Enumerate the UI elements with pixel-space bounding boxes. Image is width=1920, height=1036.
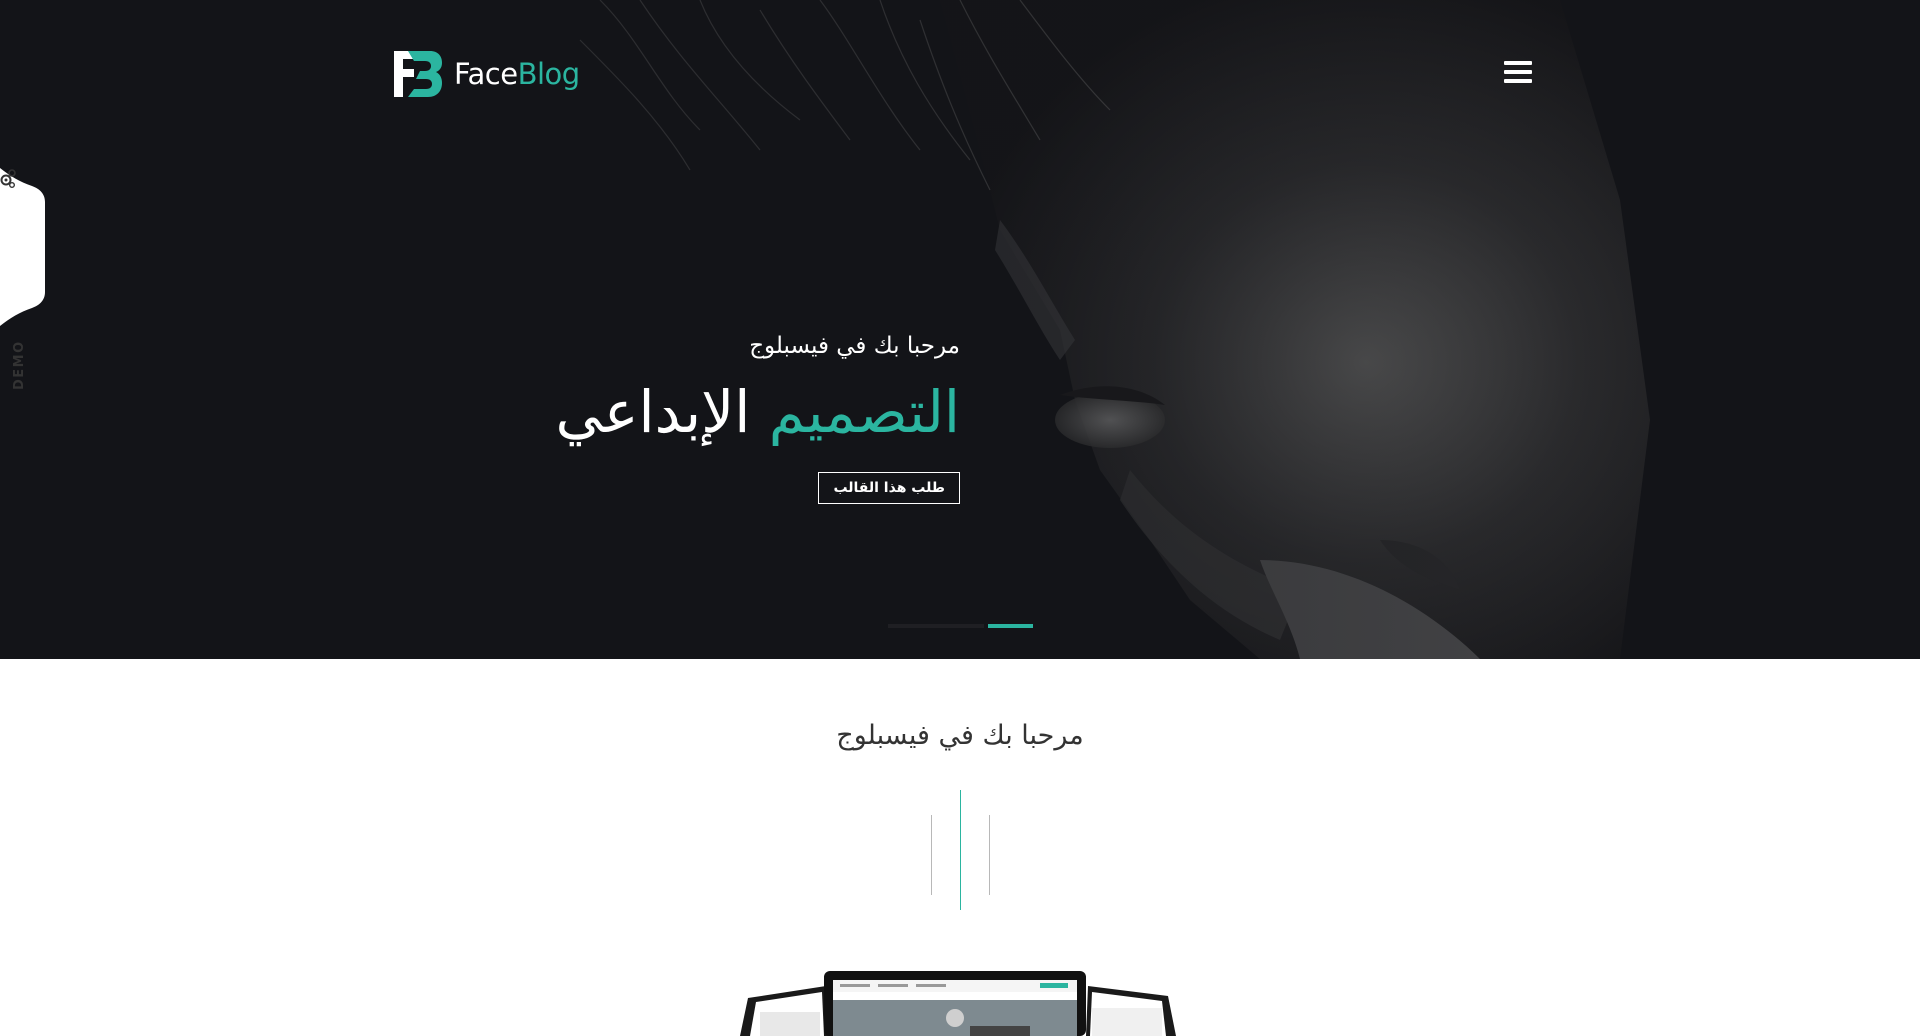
hamburger-icon[interactable] xyxy=(1504,61,1532,83)
hero-title: التصميم الإبداعي xyxy=(556,372,961,452)
hero-subtitle: مرحبا بك في فيسبلوج xyxy=(749,333,960,359)
hero-slider: FaceBlog مرحبا بك في فيسبلوج التصميم الإ… xyxy=(0,0,1920,659)
slider-dot-2[interactable] xyxy=(988,624,1033,628)
decor-line-right xyxy=(989,815,990,895)
menu-bar xyxy=(1504,70,1532,74)
logo-text-blog: Blog xyxy=(517,57,581,91)
devices-mockup-image xyxy=(740,971,1176,1036)
demo-tab-shape xyxy=(0,168,45,326)
menu-bar xyxy=(1504,79,1532,83)
logo-text-face: Face xyxy=(454,57,518,91)
logo[interactable]: FaceBlog xyxy=(394,50,580,98)
slider-dot-1[interactable] xyxy=(888,624,984,628)
hero-background-image xyxy=(0,0,1920,659)
demo-tab[interactable]: DEMO xyxy=(0,168,45,390)
decor-line-left xyxy=(931,815,932,895)
menu-bar xyxy=(1504,61,1532,65)
decor-line-center xyxy=(960,790,961,910)
hero-caption: مرحبا بك في فيسبلوج التصميم الإبداعي طلب… xyxy=(556,330,961,504)
gears-icon xyxy=(0,169,16,188)
order-template-button[interactable]: طلب هذا القالب xyxy=(818,472,960,504)
hero-title-rest: الإبداعي xyxy=(555,378,751,446)
slider-pagination xyxy=(888,624,1033,628)
hero-title-highlight: التصميم xyxy=(768,378,960,446)
logo-text: FaceBlog xyxy=(454,57,580,91)
welcome-title: مرحبا بك في فيسبلوج xyxy=(836,720,1084,751)
demo-tab-label: DEMO xyxy=(12,340,27,390)
logo-icon xyxy=(394,51,442,97)
